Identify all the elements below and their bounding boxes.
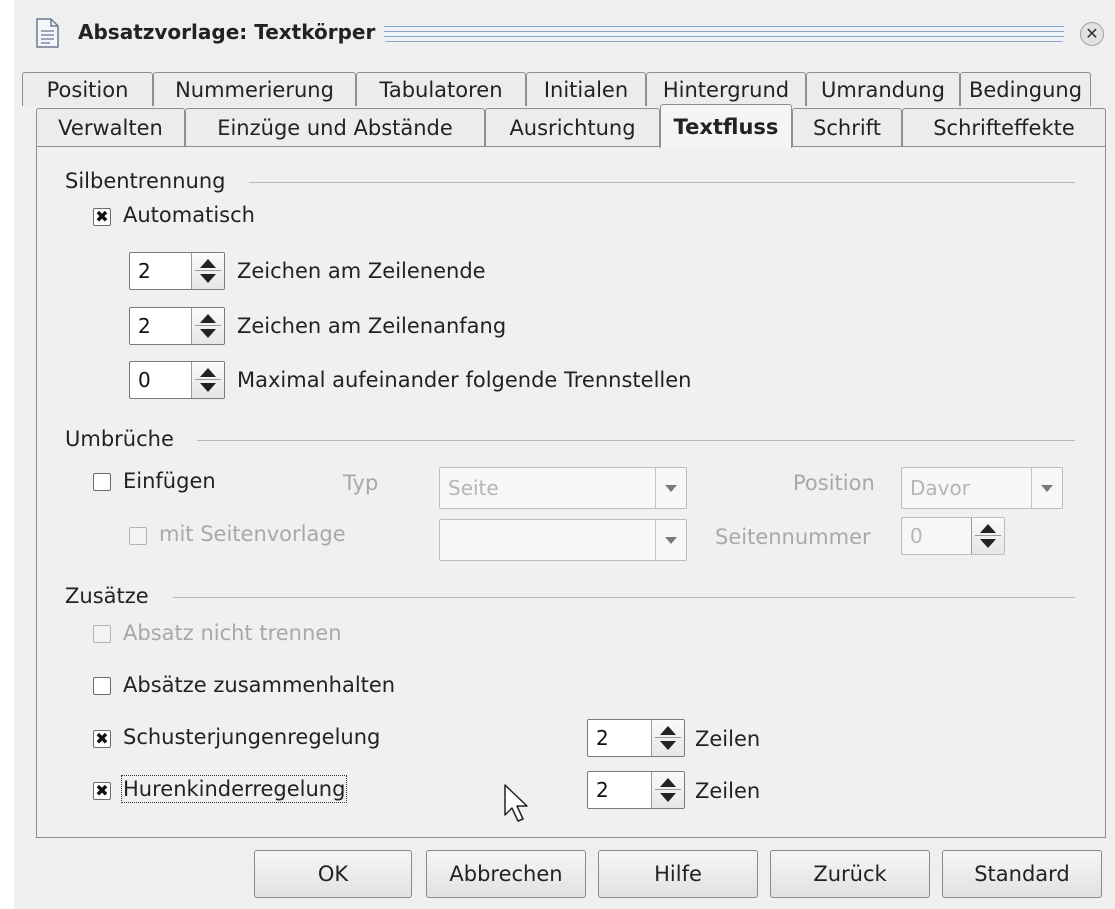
tab-condition[interactable]: Bedingung [960, 72, 1091, 106]
widow-lines-stepper[interactable]: 2 [587, 771, 685, 809]
tab-organizer[interactable]: Verwalten [36, 108, 185, 146]
chars-line-begin-label: Zeichen am Zeilenanfang [237, 314, 507, 338]
check-mark-icon: ✖ [95, 207, 109, 226]
tab-indents-spacing[interactable]: Einzüge und Abstände [185, 108, 485, 146]
tab-borders[interactable]: Umrandung [806, 72, 960, 106]
chars-line-end-label: Zeichen am Zeilenende [237, 259, 486, 283]
chars-line-begin-stepper[interactable]: 2 [129, 307, 225, 345]
orphan-lines-unit: Zeilen [695, 727, 761, 751]
section-options: Zusätze [65, 584, 149, 608]
section-divider [249, 182, 1075, 183]
automatic-label[interactable]: Automatisch [123, 203, 255, 227]
position-label: Position [793, 471, 875, 495]
default-button[interactable]: Standard [942, 850, 1102, 898]
with-page-style-checkbox[interactable] [129, 527, 147, 545]
max-hyphens-label: Maximal aufeinander folgende Trennstelle… [237, 368, 692, 392]
tab-numbering[interactable]: Nummerierung [153, 72, 356, 106]
tab-background[interactable]: Hintergrund [646, 72, 806, 106]
mouse-pointer-icon [504, 784, 528, 822]
help-button[interactable]: Hilfe [598, 850, 758, 898]
page-style-select[interactable] [439, 519, 687, 561]
close-icon[interactable]: ✕ [1080, 22, 1104, 46]
section-divider [197, 440, 1075, 441]
arrow-down-icon[interactable] [660, 793, 676, 802]
arrow-up-icon[interactable] [200, 368, 216, 377]
orphan-lines-stepper[interactable]: 2 [587, 719, 685, 757]
stepper-arrows[interactable] [651, 772, 684, 808]
title-decoration [384, 24, 1064, 42]
keep-together-checkbox[interactable] [93, 625, 111, 643]
chevron-down-icon[interactable] [1031, 468, 1062, 508]
cancel-button[interactable]: Abbrechen [426, 850, 586, 898]
keep-with-next-label[interactable]: Absätze zusammenhalten [123, 673, 395, 697]
with-page-style-label[interactable]: mit Seitenvorlage [159, 522, 346, 546]
arrow-down-icon[interactable] [200, 274, 216, 283]
stepper-value[interactable]: 0 [138, 368, 151, 392]
window-title: Absatzvorlage: Textkörper [78, 20, 376, 44]
stepper-value[interactable]: 0 [910, 524, 923, 548]
tab-text-flow[interactable]: Textfluss [660, 104, 792, 148]
stepper-value[interactable]: 2 [596, 726, 609, 750]
page-number-stepper[interactable]: 0 [901, 517, 1005, 555]
arrow-down-icon[interactable] [200, 383, 216, 392]
section-divider [173, 597, 1075, 598]
stepper-value[interactable]: 2 [138, 314, 151, 338]
ok-button[interactable]: OK [254, 850, 412, 898]
stepper-arrows[interactable] [651, 720, 684, 756]
max-hyphens-stepper[interactable]: 0 [129, 361, 225, 399]
text-flow-panel: Silbentrennung ✖ Automatisch 2 Zeichen a… [36, 146, 1106, 838]
orphan-control-checkbox[interactable]: ✖ [93, 730, 111, 748]
tab-alignment[interactable]: Ausrichtung [485, 108, 660, 146]
arrow-up-icon[interactable] [660, 778, 676, 787]
keep-together-label[interactable]: Absatz nicht trennen [123, 621, 342, 645]
select-value: Davor [910, 476, 970, 500]
document-icon [36, 18, 59, 48]
insert-break-label[interactable]: Einfügen [123, 469, 216, 493]
stepper-value[interactable]: 2 [138, 259, 151, 283]
arrow-up-icon[interactable] [980, 524, 996, 533]
check-mark-icon: ✖ [95, 729, 109, 748]
page-number-label: Seitennummer [715, 525, 871, 549]
tab-position[interactable]: Position [22, 72, 153, 106]
arrow-up-icon[interactable] [660, 726, 676, 735]
tab-font-effects[interactable]: Schrifteffekte [902, 108, 1106, 146]
type-label: Typ [343, 471, 379, 495]
widow-control-label[interactable]: Hurenkinderregelung [120, 775, 348, 803]
back-button[interactable]: Zurück [770, 850, 930, 898]
arrow-down-icon[interactable] [660, 741, 676, 750]
automatic-checkbox[interactable]: ✖ [93, 208, 111, 226]
break-type-select[interactable]: Seite [439, 467, 687, 509]
section-breaks: Umbrüche [65, 427, 174, 451]
stepper-value[interactable]: 2 [596, 778, 609, 802]
widow-lines-unit: Zeilen [695, 779, 761, 803]
stepper-arrows[interactable] [191, 362, 224, 398]
chars-line-end-stepper[interactable]: 2 [129, 252, 225, 290]
check-mark-icon: ✖ [95, 781, 109, 800]
stepper-arrows[interactable] [191, 308, 224, 344]
section-hyphenation: Silbentrennung [65, 169, 226, 193]
orphan-control-label[interactable]: Schusterjungenregelung [123, 725, 380, 749]
chevron-down-icon[interactable] [655, 468, 686, 508]
title-bar[interactable]: Absatzvorlage: Textkörper ✕ [14, 0, 1115, 62]
tab-tabs[interactable]: Tabulatoren [356, 72, 526, 106]
arrow-up-icon[interactable] [200, 259, 216, 268]
select-value: Seite [448, 476, 499, 500]
keep-with-next-checkbox[interactable] [93, 677, 111, 695]
arrow-up-icon[interactable] [200, 314, 216, 323]
paragraph-style-dialog: Absatzvorlage: Textkörper ✕ Position Num… [14, 0, 1115, 909]
widow-control-checkbox[interactable]: ✖ [93, 782, 111, 800]
tab-drop-caps[interactable]: Initialen [526, 72, 646, 106]
arrow-down-icon[interactable] [200, 329, 216, 338]
break-position-select[interactable]: Davor [901, 467, 1063, 509]
arrow-down-icon[interactable] [980, 539, 996, 548]
insert-break-checkbox[interactable] [93, 473, 111, 491]
tab-font[interactable]: Schrift [792, 108, 902, 146]
stepper-arrows[interactable] [971, 518, 1004, 554]
stepper-arrows[interactable] [191, 253, 224, 289]
chevron-down-icon[interactable] [655, 520, 686, 560]
